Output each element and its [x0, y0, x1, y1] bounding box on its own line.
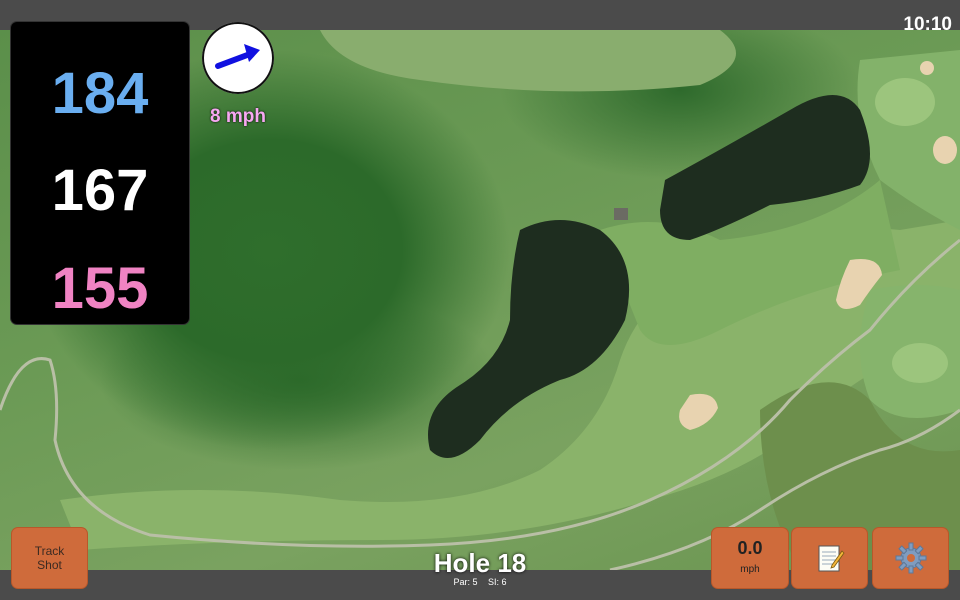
gear-icon — [895, 542, 926, 574]
settings-button[interactable] — [873, 528, 948, 588]
speed-button[interactable]: 0.0 mph — [712, 528, 788, 588]
speed-unit: mph — [740, 564, 760, 575]
front-distance: 155 — [51, 256, 149, 321]
back-distance: 184 — [51, 61, 149, 126]
wind-speed: 8 mph — [210, 106, 266, 127]
speed-value: 0.0 — [737, 538, 763, 558]
hole-info: Par: 5 SI: 6 — [380, 577, 580, 587]
hole-par: Par: 5 — [453, 577, 478, 587]
track-shot-label: Track Shot — [34, 544, 65, 572]
wind-arrow-icon — [215, 44, 260, 69]
hole-title: Hole 18 — [433, 548, 527, 578]
wind-direction-dial — [202, 22, 274, 94]
distance-panel: 184 167 155 — [11, 22, 189, 324]
track-shot-button[interactable]: Track Shot — [12, 528, 87, 588]
hole-stroke-index: SI: 6 — [488, 577, 507, 587]
notepad-icon — [818, 545, 845, 572]
clock-time: 10:10 — [903, 14, 952, 35]
middle-distance: 167 — [51, 158, 149, 223]
notes-button[interactable] — [792, 528, 867, 588]
